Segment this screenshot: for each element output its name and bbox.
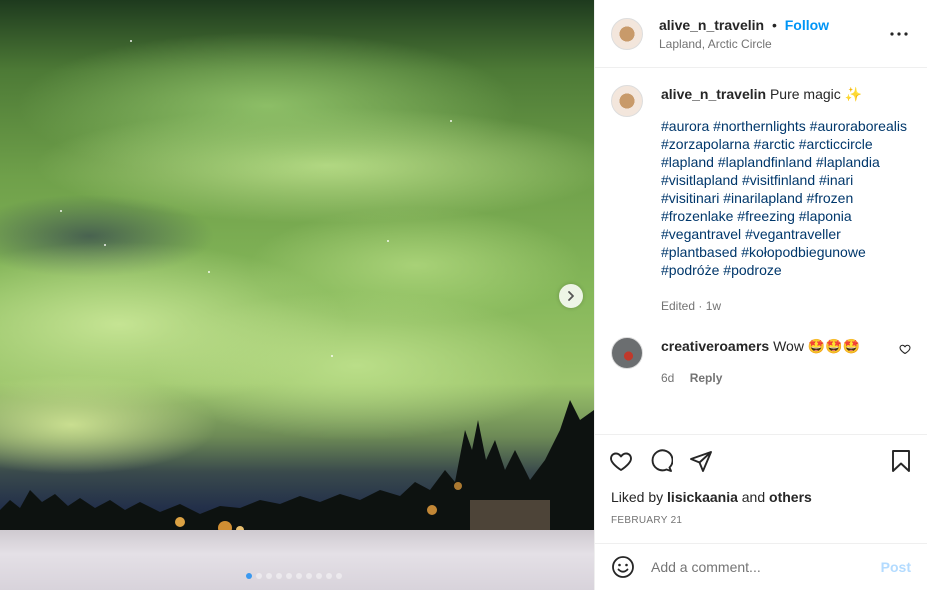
hashtag-link[interactable]: #podroze [723, 262, 781, 278]
hashtag-link[interactable]: #inarilapland [723, 190, 802, 206]
hashtag-link[interactable]: #laponia [799, 208, 852, 224]
star [331, 355, 333, 357]
carousel-dot [246, 573, 252, 579]
hashtag-link[interactable]: #frozenlake [661, 208, 733, 224]
hashtag-link[interactable]: #visitfinland [742, 172, 815, 188]
caption-text: Pure magic ✨ [769, 86, 863, 102]
likes-summary: Liked by lisickaania and others [607, 489, 915, 505]
post-actions: Liked by lisickaania and others FEBRUARY… [595, 434, 927, 526]
carousel-dot [336, 573, 342, 579]
comment-item: creativeroamers Wow 🤩🤩🤩 6d Reply [611, 337, 911, 387]
caption-username[interactable]: alive_n_travelin [661, 86, 766, 102]
hashtag-link[interactable]: #laplandia [816, 154, 880, 170]
likes-others-link[interactable]: others [769, 489, 812, 505]
likes-prefix: Liked by [611, 489, 664, 505]
hashtag-link[interactable]: #auroraborealis [810, 118, 907, 134]
comments-list: alive_n_travelin Pure magic ✨ #aurora #n… [595, 69, 927, 434]
carousel-dot [256, 573, 262, 579]
post-photo[interactable] [0, 0, 594, 590]
hashtag-link[interactable]: #inari [819, 172, 853, 188]
comment-icon [651, 449, 673, 472]
carousel-dot [286, 573, 292, 579]
heart-icon [610, 452, 632, 471]
share-button[interactable] [687, 447, 715, 475]
caption-meta: Edited · 1w [661, 297, 911, 315]
carousel-dot [316, 573, 322, 579]
star [208, 271, 210, 273]
star [60, 210, 62, 212]
more-options-button[interactable] [887, 22, 911, 46]
chevron-right-icon [568, 291, 574, 301]
add-comment-bar: Post [595, 543, 927, 590]
emoji-icon[interactable] [611, 555, 635, 579]
comment-text: Wow 🤩🤩🤩 [773, 338, 861, 354]
avatar[interactable] [611, 337, 643, 369]
carousel-dot [306, 573, 312, 579]
post-date[interactable]: FEBRUARY 21 [607, 515, 915, 526]
carousel-dot [326, 573, 332, 579]
more-horizontal-icon [890, 31, 908, 36]
carousel-indicator [246, 573, 342, 579]
author-username[interactable]: alive_n_travelin [659, 17, 764, 33]
heart-icon[interactable] [899, 343, 911, 355]
likes-and: and [741, 489, 766, 505]
avatar[interactable] [611, 17, 643, 50]
hashtag-link[interactable]: #visitlapland [661, 172, 738, 188]
caption-time[interactable]: 1w [706, 299, 721, 313]
next-slide-button[interactable] [559, 284, 583, 308]
hashtag-link[interactable]: #vegantravel [661, 226, 741, 242]
hashtag-link[interactable]: #frozen [807, 190, 854, 206]
hashtag-link[interactable]: #arctic [754, 136, 795, 152]
hashtag-link[interactable]: #zorzapolarna [661, 136, 750, 152]
post-comment-button[interactable]: Post [881, 559, 911, 575]
separator: · [698, 299, 703, 313]
hashtag-link[interactable]: #kołopodbiegunowe [741, 244, 866, 260]
star [130, 40, 132, 42]
caption: alive_n_travelin Pure magic ✨ #aurora #n… [611, 85, 911, 315]
hashtag-link[interactable]: #northernlights [713, 118, 806, 134]
bookmark-icon [892, 450, 910, 472]
post-header: alive_n_travelin • Follow Lapland, Arcti… [595, 0, 927, 68]
carousel-dot [276, 573, 282, 579]
comment-meta: 6d Reply [661, 369, 899, 387]
carousel-dot [296, 573, 302, 579]
separator: • [771, 16, 777, 33]
comment-time[interactable]: 6d [661, 371, 674, 385]
post-dialog: alive_n_travelin • Follow Lapland, Arcti… [0, 0, 927, 590]
comment-username[interactable]: creativeroamers [661, 338, 769, 354]
hashtag-link[interactable]: #podróże [661, 262, 719, 278]
star [104, 244, 106, 246]
hashtag-link[interactable]: #freezing [737, 208, 795, 224]
hashtag-link[interactable]: #vegantraveller [745, 226, 841, 242]
hashtag-link[interactable]: #plantbased [661, 244, 737, 260]
hashtag-link[interactable]: #visitinari [661, 190, 719, 206]
hashtag-link[interactable]: #aurora [661, 118, 709, 134]
comment-input[interactable] [651, 559, 881, 575]
reply-button[interactable]: Reply [690, 371, 723, 385]
post-sidebar: alive_n_travelin • Follow Lapland, Arcti… [594, 0, 927, 590]
save-button[interactable] [887, 447, 915, 475]
star [450, 120, 452, 122]
post-location[interactable]: Lapland, Arctic Circle [659, 37, 887, 51]
like-button[interactable] [607, 447, 635, 475]
edited-label: Edited [661, 299, 696, 313]
send-icon [690, 451, 712, 472]
avatar[interactable] [611, 85, 643, 117]
follow-button[interactable]: Follow [785, 17, 829, 33]
carousel-dot [266, 573, 272, 579]
hashtag-link[interactable]: #laplandfinland [718, 154, 812, 170]
star [387, 240, 389, 242]
hashtag-list: #aurora #northernlights #auroraborealis … [661, 117, 911, 279]
snow-ground [0, 530, 594, 590]
liker-username[interactable]: lisickaania [667, 489, 738, 505]
comment-button[interactable] [647, 447, 675, 475]
hashtag-link[interactable]: #lapland [661, 154, 714, 170]
hashtag-link[interactable]: #arcticcircle [799, 136, 873, 152]
